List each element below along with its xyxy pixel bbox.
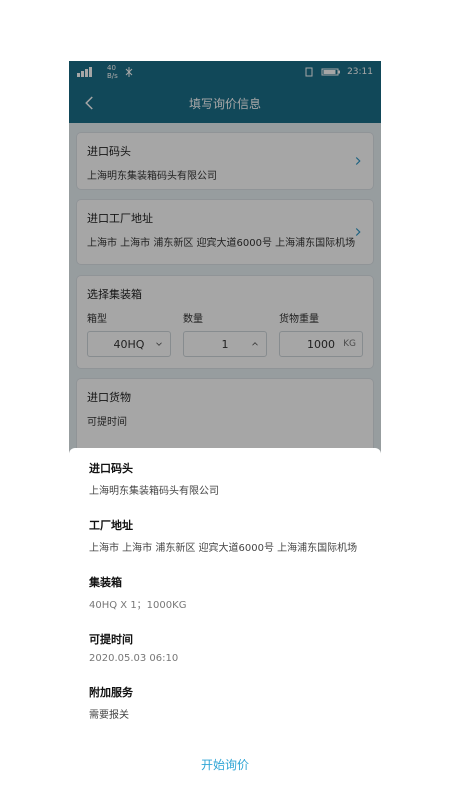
start-inquiry-button[interactable]: 开始询价 — [69, 756, 381, 773]
box-type-value: 40HQ — [113, 337, 145, 351]
terminal-card[interactable]: 进口码头 上海明东集装箱码头有限公司 — [77, 133, 373, 189]
summary-row-extra-service: 附加服务 需要报关 — [89, 684, 381, 721]
summary-value-factory: 上海市 上海市 浦东新区 迎宾大道6000号 上海浦东国际机场 — [89, 543, 358, 554]
container-card-title: 选择集装箱 — [87, 288, 142, 301]
summary-value-terminal: 上海明东集装箱码头有限公司 — [89, 486, 219, 497]
factory-address-card[interactable]: 进口工厂地址 上海市 上海市 浦东新区 迎宾大道6000号 上海浦东国际机场 — [77, 200, 373, 264]
summary-value-extra-service: 需要报关 — [89, 710, 129, 721]
weight-col: 货物重量 1000 KG — [279, 310, 363, 357]
chevron-down-icon — [156, 342, 162, 346]
chevron-up-icon — [252, 342, 258, 346]
page-title: 填写询价信息 — [188, 96, 261, 111]
summary-row-terminal: 进口码头 上海明东集装箱码头有限公司 — [89, 460, 381, 497]
inquiry-summary-sheet: 进口码头 上海明东集装箱码头有限公司 工厂地址 上海市 上海市 浦东新区 迎宾大… — [69, 448, 381, 798]
box-type-col: 箱型 40HQ — [87, 310, 171, 357]
weight-input[interactable]: 1000 KG — [279, 331, 363, 357]
vibrate-icon — [305, 67, 313, 77]
quantity-label: 数量 — [183, 314, 203, 325]
weight-label: 货物重量 — [279, 314, 319, 325]
summary-value-container: 40HQ X 1；1000KG — [89, 600, 187, 611]
terminal-card-title: 进口码头 — [87, 145, 131, 158]
chevron-right-icon — [355, 157, 361, 165]
quantity-value: 1 — [221, 337, 229, 351]
summary-label-extra-service: 附加服务 — [89, 686, 133, 699]
quantity-input[interactable]: 1 — [183, 331, 267, 357]
summary-row-factory: 工厂地址 上海市 上海市 浦东新区 迎宾大道6000号 上海浦东国际机场 — [89, 517, 381, 554]
network-speed: 40 B/s — [107, 64, 118, 80]
back-arrow-icon — [85, 96, 93, 110]
weight-unit: KG — [343, 339, 356, 349]
container-grid: 箱型 40HQ 数量 1 货物重量 1000 KG — [77, 310, 373, 365]
quantity-col: 数量 1 — [183, 310, 267, 357]
app-bar: 填写询价信息 — [69, 83, 381, 123]
signal-icon — [77, 67, 92, 77]
goods-card-title: 进口货物 — [87, 391, 131, 404]
container-card: 选择集装箱 箱型 40HQ 数量 1 货物重量 1000 KG — [77, 276, 373, 368]
summary-label-factory: 工厂地址 — [89, 519, 133, 532]
bluetooth-icon — [125, 67, 133, 77]
summary-row-pickup-time: 可提时间 2020.05.03 06:10 — [89, 631, 381, 664]
factory-address-value: 上海市 上海市 浦东新区 迎宾大道6000号 上海浦东国际机场 — [87, 238, 356, 249]
summary-label-terminal: 进口码头 — [89, 462, 133, 475]
battery-icon — [321, 68, 341, 76]
chevron-right-icon — [355, 228, 361, 236]
summary-row-container: 集装箱 40HQ X 1；1000KG — [89, 574, 381, 611]
weight-value: 1000 — [307, 337, 335, 351]
box-type-label: 箱型 — [87, 314, 107, 325]
terminal-card-value: 上海明东集装箱码头有限公司 — [87, 171, 217, 182]
summary-value-pickup-time: 2020.05.03 06:10 — [89, 653, 179, 664]
box-type-select[interactable]: 40HQ — [87, 331, 171, 357]
status-bar: 40 B/s 23:11 — [69, 61, 381, 83]
moon-icon — [142, 68, 147, 76]
clock: 23:11 — [347, 67, 373, 77]
factory-address-title: 进口工厂地址 — [87, 212, 153, 225]
back-button[interactable] — [79, 92, 101, 114]
phone-screen: 40 B/s 23:11 填写询价信息 进口码头 上海明东集装箱码头有限公司 进… — [69, 61, 381, 798]
summary-label-pickup-time: 可提时间 — [89, 633, 133, 646]
goods-card-subtitle: 可提时间 — [87, 417, 127, 428]
summary-label-container: 集装箱 — [89, 576, 122, 589]
